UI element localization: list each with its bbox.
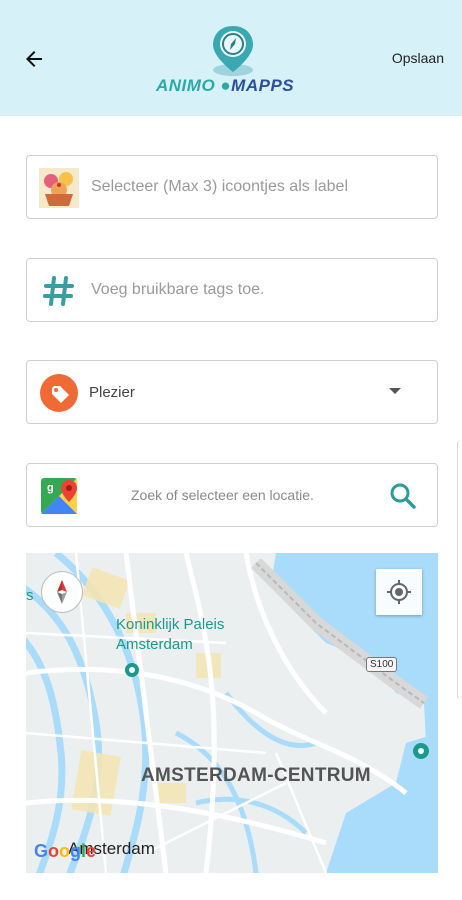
chevron-down-icon[interactable] [389,388,401,394]
arrow-left-icon [26,51,42,67]
logo-text-part1: ANIMO [156,76,216,95]
road-number-badge: S100 [366,657,398,672]
google-attribution-logo: Google [34,841,96,862]
save-button[interactable]: Opslaan [392,50,444,66]
category-selected-value: Plezier [89,383,135,401]
location-search-placeholder: Zoek of selecteer een locatie. [131,487,314,503]
back-button[interactable] [18,44,50,74]
google-logo-letter: G [34,841,49,861]
map-view[interactable]: Koninklijk Paleis Amsterdam AMSTERDAM-CE… [26,553,438,873]
compass-icon[interactable] [41,571,83,613]
my-location-button[interactable] [376,569,422,615]
tags-input-field[interactable]: Voeg bruikbare tags toe. [26,258,438,322]
location-search-field[interactable]: g Zoek of selecteer een locatie. [26,463,438,527]
search-icon[interactable] [387,480,419,512]
map-district-label: AMSTERDAM-CENTRUM [141,765,371,786]
category-dropdown[interactable]: Plezier [26,360,438,424]
map-pin-compass-icon [213,26,253,76]
icons-select-placeholder: Selecteer (Max 3) icoontjes als label [91,178,349,195]
tag-icon [39,373,79,413]
cupcake-icon [39,168,79,208]
icons-select-field[interactable]: Selecteer (Max 3) icoontjes als label [26,155,438,219]
svg-text:g: g [47,482,54,494]
hashtag-icon [39,271,79,311]
logo-wordmark: ANIMO ●MAPPS [156,76,295,95]
crosshair-icon [387,580,411,604]
map-edge-label: s [26,587,34,604]
google-logo-letter: e [86,841,97,861]
app-header: ANIMO ●MAPPS Opslaan [0,0,462,116]
logo-text-part2: MAPPS [231,76,295,95]
map-poi-label[interactable]: Koninklijk Paleis Amsterdam [116,615,246,655]
google-maps-icon: g [39,476,79,516]
app-logo: ANIMO ●MAPPS [150,20,320,100]
tags-input-placeholder: Voeg bruikbare tags toe. [91,281,265,298]
scroll-edge-indicator [457,440,462,700]
google-logo-letter: g [70,841,82,861]
google-logo-letter: o [48,841,60,861]
google-logo-letter: o [59,841,71,861]
